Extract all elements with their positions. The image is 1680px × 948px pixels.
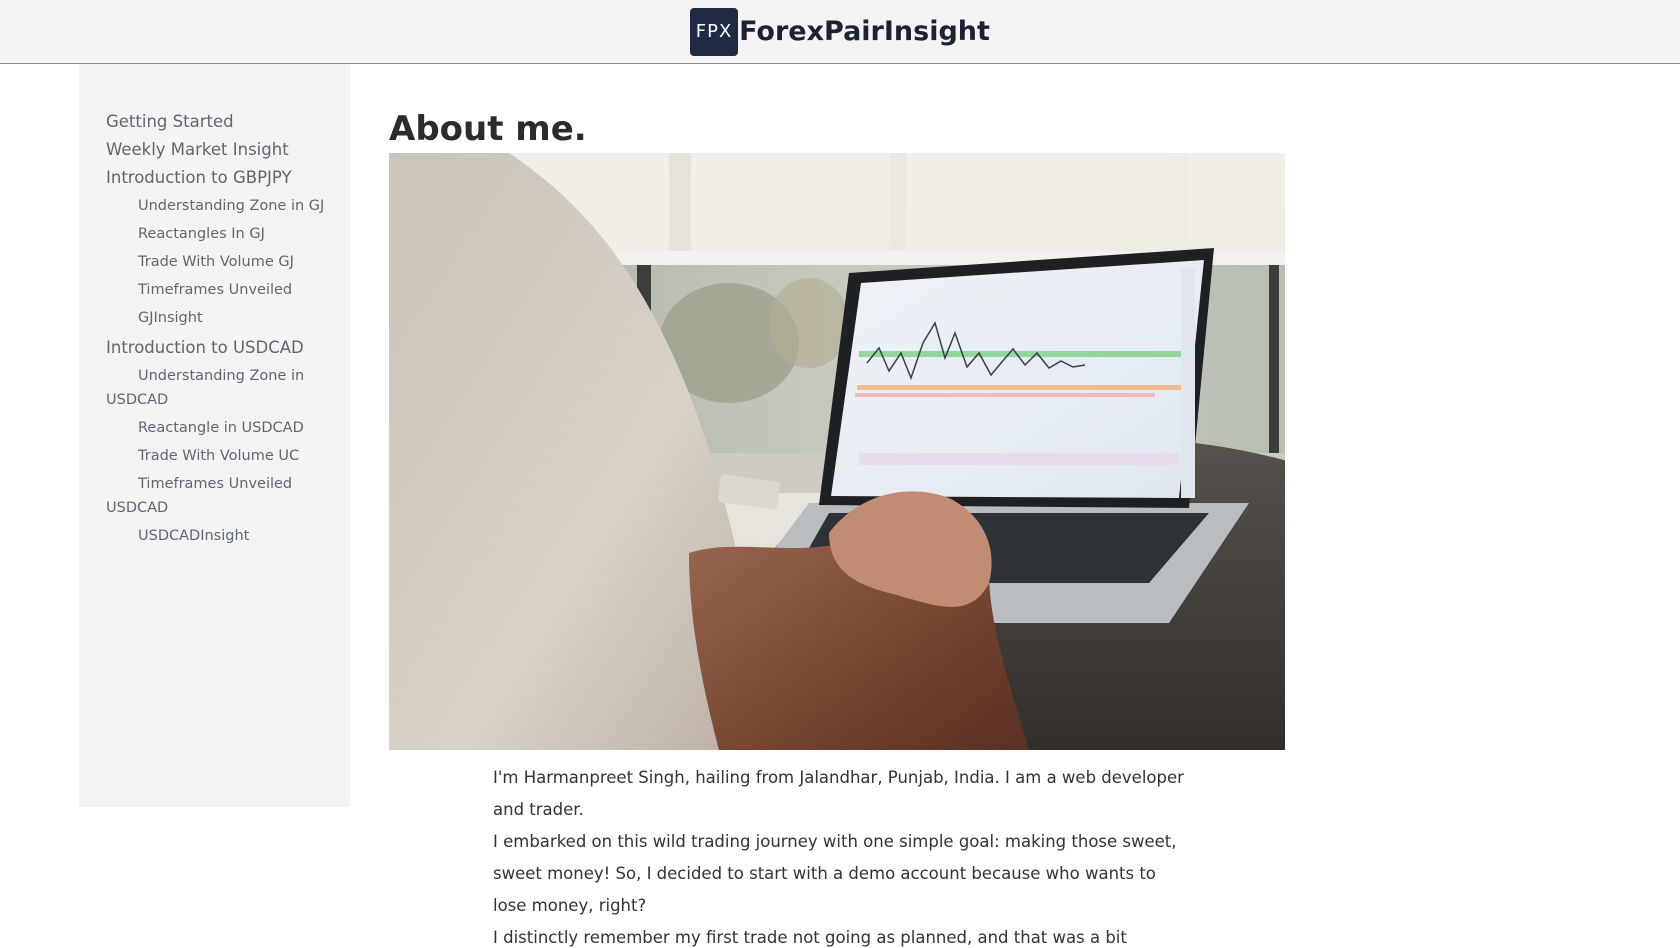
- sidebar-item-intro-gbpjpy[interactable]: Introduction to GBPJPY: [106, 164, 340, 192]
- sidebar-item-volume-uc[interactable]: Trade With Volume UC: [106, 444, 340, 468]
- top-bar: FPX ForexPairInsight: [0, 0, 1680, 64]
- sidebar-item-timeframes-usdcad[interactable]: Timeframes Unveiled USDCAD: [106, 472, 340, 520]
- sidebar-item-zone-gj[interactable]: Understanding Zone in GJ: [106, 194, 340, 218]
- sidebar-item-getting-started[interactable]: Getting Started: [106, 108, 340, 136]
- paragraph: I'm Harmanpreet Singh, hailing from Jala…: [493, 768, 1184, 819]
- sidebar-item-rectangles-gj[interactable]: Reactangles In GJ: [106, 222, 340, 246]
- sidebar-item-usdcadinsight[interactable]: USDCADInsight: [106, 524, 340, 548]
- brand-name: ForexPairInsight: [739, 16, 990, 47]
- about-text: I'm Harmanpreet Singh, hailing from Jala…: [493, 762, 1193, 948]
- logo: FPX: [690, 7, 739, 56]
- sidebar-item-zone-usdcad[interactable]: Understanding Zone in USDCAD: [106, 364, 340, 412]
- paragraph: I distinctly remember my first trade not…: [493, 928, 1127, 947]
- sidebar-item-weekly-market-insight[interactable]: Weekly Market Insight: [106, 136, 340, 164]
- paragraph: I embarked on this wild trading journey …: [493, 832, 1177, 915]
- sidebar-item-timeframes-gj[interactable]: Timeframes Unveiled: [106, 278, 340, 302]
- page-title: About me.: [389, 109, 587, 149]
- main-content: About me.: [389, 64, 1285, 750]
- sidebar-item-gjinsight[interactable]: GJInsight: [106, 306, 340, 330]
- laptop-trading-photo: [389, 153, 1285, 750]
- sidebar-item-intro-usdcad[interactable]: Introduction to USDCAD: [106, 334, 340, 362]
- sidebar-item-volume-gj[interactable]: Trade With Volume GJ: [106, 250, 340, 274]
- hero-image: [389, 153, 1285, 750]
- brand-link[interactable]: FPX ForexPairInsight: [690, 7, 990, 56]
- sidebar-item-rectangle-usdcad[interactable]: Reactangle in USDCAD: [106, 416, 340, 440]
- sidebar: Getting Started Weekly Market Insight In…: [79, 64, 350, 807]
